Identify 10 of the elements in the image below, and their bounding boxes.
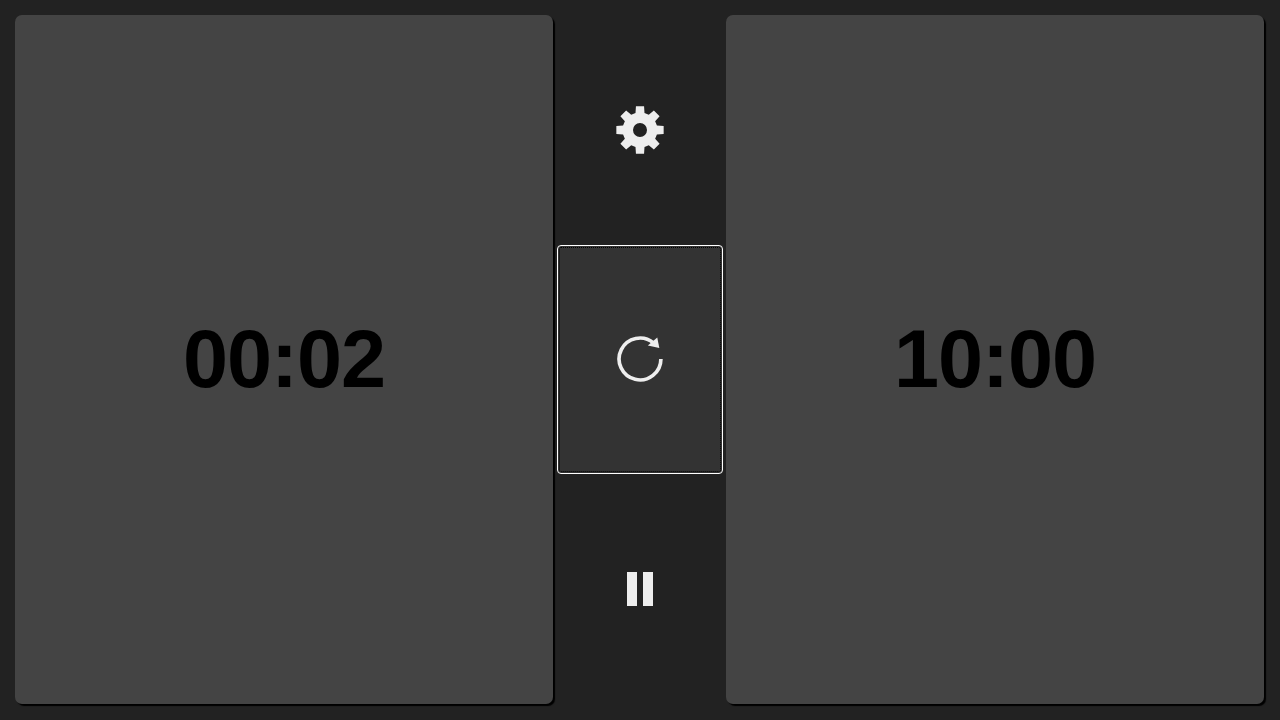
pause-button[interactable] [626,572,653,607]
clock-panel[interactable]: 00:02 [15,15,553,704]
refresh-icon [616,336,663,383]
clock-time: 00:02 [182,319,386,400]
pause-icon [626,572,653,607]
clock-time: 10:00 [893,319,1097,400]
settings-icon [615,105,664,154]
reset-button[interactable] [556,244,723,475]
settings-button[interactable] [615,105,664,154]
clock-panel[interactable]: 10:00 [726,15,1264,704]
